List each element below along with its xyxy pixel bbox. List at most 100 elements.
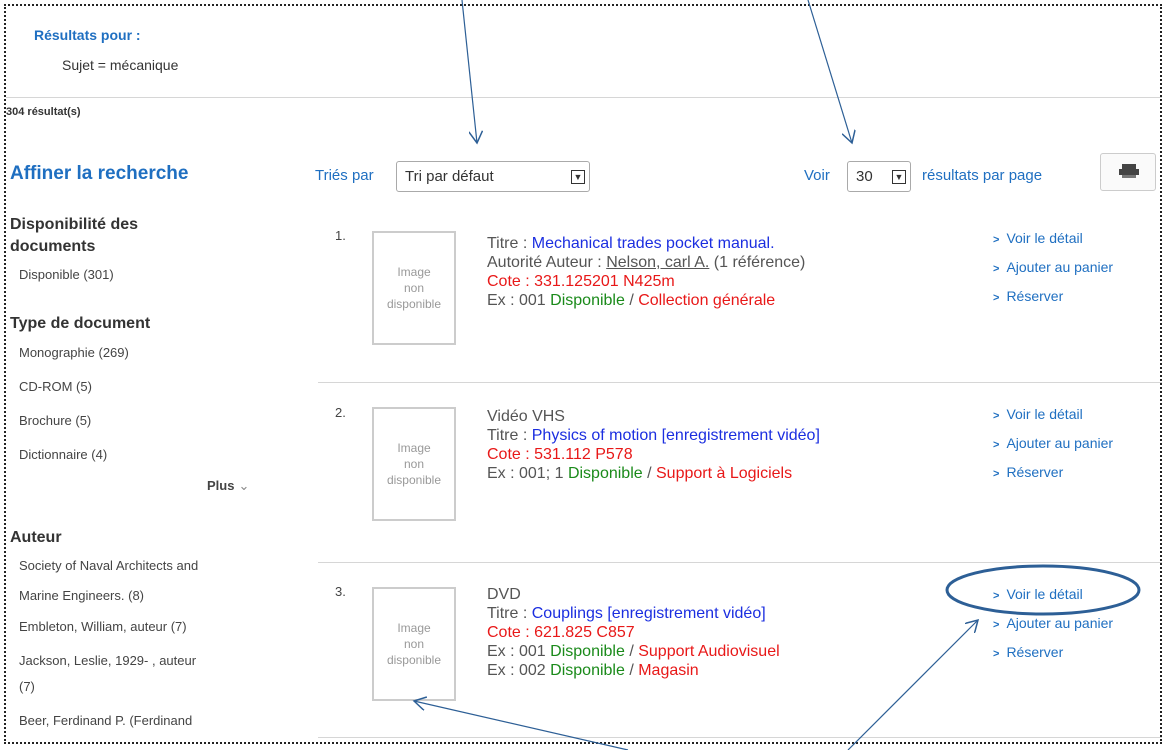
thumbnail-placeholder[interactable]: Image non disponible <box>372 231 456 345</box>
thumb-text: non <box>403 457 425 471</box>
location: Collection générale <box>638 292 776 309</box>
chevron-down-icon: ⌄ <box>238 478 250 493</box>
separator: / <box>642 465 656 482</box>
author-link[interactable]: Nelson, carl A. <box>606 254 709 271</box>
add-to-cart-label: Ajouter au panier <box>1006 259 1114 275</box>
availability-status: Disponible <box>550 292 625 309</box>
title-label: Titre : <box>487 235 532 252</box>
facet-heading-availability: Disponibilité des documents <box>10 216 139 255</box>
reserve-label: Réserver <box>1006 288 1064 304</box>
printer-icon <box>1119 164 1139 178</box>
separator: / <box>624 662 639 679</box>
chevron-right-icon: > <box>993 439 1000 451</box>
divider <box>6 97 1162 98</box>
result-count: 304 résultat(s) <box>6 106 81 118</box>
print-button[interactable] <box>1100 153 1156 191</box>
thumb-text: disponible <box>386 297 442 311</box>
chevron-down-icon: ▼ <box>892 170 906 184</box>
result-divider <box>318 562 1162 563</box>
facet-heading-doctype: Type de document <box>10 315 151 332</box>
chevron-right-icon: > <box>993 590 1000 602</box>
copy-label: Ex : 001 <box>487 292 551 309</box>
chevron-right-icon: > <box>993 263 1000 275</box>
thumb-text: Image <box>397 265 431 279</box>
reserve-link[interactable]: > Réserver <box>993 459 1113 488</box>
facet-more-button[interactable]: Plus ⌄ <box>207 478 249 494</box>
separator: / <box>624 292 639 309</box>
add-to-cart-link[interactable]: > Ajouter au panier <box>993 610 1113 639</box>
per-page-value: 30 <box>856 168 873 185</box>
facet-item[interactable]: Marine Engineers. (8) <box>19 583 144 608</box>
facet-item[interactable]: Jackson, Leslie, 1929- , auteur <box>19 648 196 673</box>
title-label: Titre : <box>487 427 532 444</box>
result-title[interactable]: Physics of motion [enregistrement vidéo] <box>532 427 820 444</box>
refine-search-title: Affiner la recherche <box>10 163 189 184</box>
per-page-suffix: résultats par page <box>922 167 1043 184</box>
add-to-cart-link[interactable]: > Ajouter au panier <box>993 430 1113 459</box>
facet-item[interactable]: Society of Naval Architects and <box>19 553 198 578</box>
call-number: Cote : 331.125201 N425m <box>487 273 675 290</box>
result-title[interactable]: Mechanical trades pocket manual. <box>532 235 775 252</box>
add-to-cart-label: Ajouter au panier <box>1006 615 1114 631</box>
facet-item[interactable]: Dictionnaire (4) <box>19 442 107 467</box>
copy-label: Ex : 002 <box>487 662 551 679</box>
facet-heading-author: Auteur <box>10 529 62 546</box>
view-detail-link[interactable]: > Voir le détail <box>993 225 1113 254</box>
facet-item[interactable]: Beer, Ferdinand P. (Ferdinand <box>19 708 192 733</box>
result-number: 1. <box>335 228 346 243</box>
chevron-right-icon: > <box>993 292 1000 304</box>
call-number: Cote : 621.825 C857 <box>487 624 635 641</box>
availability-status: Disponible <box>550 662 625 679</box>
copy-label: Ex : 001 <box>487 643 551 660</box>
author-refs: (1 référence) <box>709 254 806 271</box>
chevron-right-icon: > <box>993 234 1000 246</box>
chevron-right-icon: > <box>993 619 1000 631</box>
facet-more-label: Plus <box>207 478 235 493</box>
view-detail-link[interactable]: > Voir le détail <box>993 401 1113 430</box>
search-query: Sujet = mécanique <box>62 57 179 73</box>
chevron-right-icon: > <box>993 648 1000 660</box>
thumbnail-placeholder[interactable]: Image non disponible <box>372 407 456 521</box>
document-type: DVD <box>487 586 521 603</box>
facet-item[interactable]: CD-ROM (5) <box>19 374 92 399</box>
chevron-down-icon: ▼ <box>571 170 585 184</box>
view-detail-label: Voir le détail <box>1006 406 1083 422</box>
thumb-text: non <box>403 281 425 295</box>
facet-item[interactable]: Monographie (269) <box>19 340 129 365</box>
title-label: Titre : <box>487 605 532 622</box>
result-actions: > Voir le détail > Ajouter au panier > Rése… <box>993 225 1113 312</box>
facet-item[interactable]: Embleton, William, auteur (7) <box>19 614 187 639</box>
availability-status: Disponible <box>567 465 643 482</box>
result-title[interactable]: Couplings [enregistrement vidéo] <box>532 605 766 622</box>
result-record: DVD Titre : Couplings [enregistrement vi… <box>487 585 780 680</box>
sort-select[interactable]: Tri par défaut ▼ <box>396 161 590 192</box>
sort-select-value: Tri par défaut <box>405 168 494 185</box>
facet-item[interactable]: (7) <box>19 674 35 699</box>
view-detail-link[interactable]: > Voir le détail <box>993 581 1113 610</box>
result-record: Titre : Mechanical trades pocket manual.… <box>487 234 805 310</box>
add-to-cart-link[interactable]: > Ajouter au panier <box>993 254 1113 283</box>
location: Support Audiovisuel <box>638 643 780 660</box>
reserve-link[interactable]: > Réserver <box>993 639 1113 668</box>
call-number: Cote : 531.112 P578 <box>487 446 633 463</box>
reserve-label: Réserver <box>1006 644 1064 660</box>
location: Support à Logiciels <box>656 465 793 482</box>
facet-item[interactable]: Brochure (5) <box>19 408 91 433</box>
chevron-right-icon: > <box>993 410 1000 422</box>
thumbnail-placeholder[interactable]: Image non disponible <box>372 587 456 701</box>
view-detail-label: Voir le détail <box>1006 586 1083 602</box>
facet-item[interactable]: Disponible (301) <box>19 262 114 287</box>
result-actions: > Voir le détail > Ajouter au panier > Rése… <box>993 581 1113 668</box>
chevron-right-icon: > <box>993 468 1000 480</box>
add-to-cart-label: Ajouter au panier <box>1006 435 1114 451</box>
result-divider <box>318 382 1162 383</box>
reserve-link[interactable]: > Réserver <box>993 283 1113 312</box>
availability-status: Disponible <box>550 643 625 660</box>
per-page-select[interactable]: 30 ▼ <box>847 161 911 192</box>
thumb-text: disponible <box>386 653 442 667</box>
copy-label: Ex : 001; 1 <box>487 465 568 482</box>
result-record: Vidéo VHS Titre : Physics of motion [enr… <box>487 407 820 483</box>
result-number: 3. <box>335 584 346 599</box>
separator: / <box>624 643 639 660</box>
thumb-text: Image <box>397 441 431 455</box>
